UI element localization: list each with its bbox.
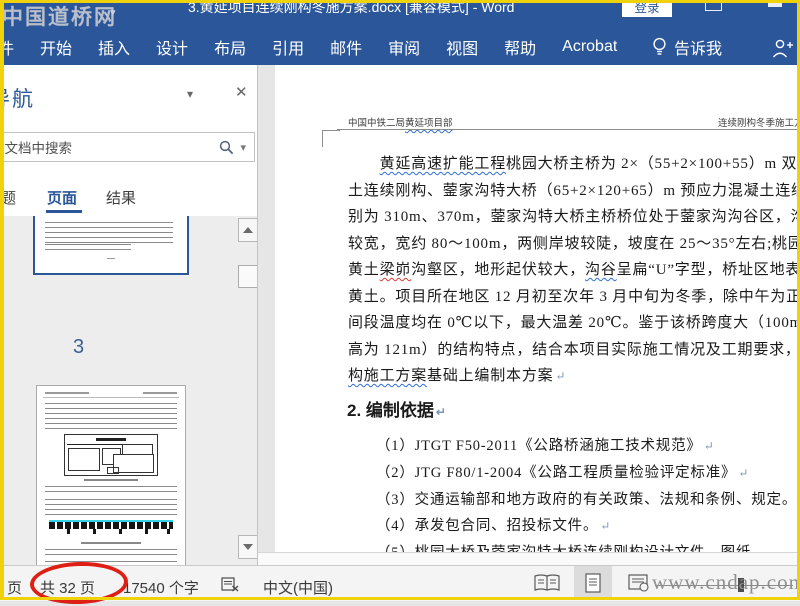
- language-indicator[interactable]: 中文(中国): [263, 577, 333, 598]
- document-text-line: （4）承发包合同、招投标文件。 ↵: [376, 518, 612, 535]
- page-header-left: 中国中铁二局黄延项目部: [348, 119, 453, 129]
- thumbnail-header-line: [143, 392, 177, 394]
- page-4-thumbnail[interactable]: [36, 385, 186, 565]
- paragraph-mark: ↵: [600, 519, 612, 534]
- document-text-line: 土连续刚构、蓥家沟特大桥（65+2×120+65）m 预应力混凝土连续刚构，全桥: [348, 182, 800, 199]
- document-text-line: 较宽，宽约 80～100m，两侧岸坡较陡，坡度在 25～35°左右;桃园大桥主桥…: [348, 235, 800, 252]
- ribbon-tab[interactable]: 视图: [433, 35, 491, 59]
- paragraph-mark: ↵: [738, 465, 750, 480]
- tell-me-control[interactable]: 告诉我: [642, 35, 732, 59]
- word-window: { "window": { "title": "3.黄延项目连续刚构冬施方案.d…: [0, 0, 800, 606]
- document-text-line: 黄土梁峁沟壑区，地形起伏较大，沟谷呈扁“U”字型，桥址区地表分布主要: [348, 262, 800, 278]
- ribbon-tab[interactable]: 开始: [27, 35, 85, 59]
- site-watermark-bottom: www.cndap.com: [652, 570, 800, 594]
- nav-tab-results[interactable]: 结果: [106, 187, 136, 208]
- thumbnails-scrollbar[interactable]: [238, 216, 257, 565]
- ribbon-tab[interactable]: 审阅: [375, 35, 433, 59]
- thumbnail-caption: [81, 542, 141, 544]
- horizontal-scrollbar[interactable]: [258, 552, 800, 566]
- thumbnail-text-lines: [45, 244, 131, 250]
- share-person-icon[interactable]: [771, 38, 795, 58]
- thumbnail-caption: [84, 479, 138, 481]
- thumbnail-header-line: [45, 392, 89, 394]
- thumbnail-text-lines: [45, 486, 177, 495]
- minimize-button[interactable]: [768, 2, 782, 7]
- thumbnail-text-lines: [45, 403, 177, 431]
- document-text-line: 别为 310m、370m，蓥家沟特大桥主桥桥位处于蓥家沟沟谷区，沟谷开阔，地: [348, 209, 800, 225]
- tell-me-label: 告诉我: [674, 41, 723, 58]
- page-3-thumbnail-selected[interactable]: [33, 216, 189, 275]
- page-indicator-fragment[interactable]: 页: [7, 577, 22, 598]
- thumbnail-bridge-elevation-diagram: [49, 520, 173, 534]
- search-placeholder: 在文档中搜索: [3, 141, 72, 156]
- page-3-number-label: 3: [73, 336, 85, 358]
- thumbnail-text-lines: [45, 222, 173, 243]
- header-rule: [337, 129, 800, 130]
- thumbnail-text-lines: [45, 499, 177, 516]
- read-mode-view-icon[interactable]: [534, 574, 560, 592]
- scrollbar-thumb[interactable]: [238, 265, 257, 288]
- window-title: 3.黄延项目连续刚构冬施方案.docx [兼容模式] - Word: [188, 0, 515, 15]
- ribbon-tab[interactable]: 邮件: [317, 35, 375, 59]
- proofing-errors-icon[interactable]: [221, 577, 240, 592]
- section-heading: 2. 编制依据 ↵: [347, 401, 446, 420]
- thumbnail-text-lines: [45, 549, 177, 557]
- document-text-line: 高为 121m）的结构特点，结合本项目实际施工情况及工期要求，在已批复刚: [348, 341, 800, 358]
- ribbon-tab-row: 文件开始插入设计布局引用邮件审阅视图帮助Acrobat: [0, 28, 630, 65]
- web-layout-view-icon[interactable]: [628, 574, 650, 592]
- paragraph-mark: ↵: [703, 439, 715, 453]
- document-text-line: （5）桃园大桥及蓥家沟特大桥连续刚构设计文件、图纸。: [376, 540, 800, 552]
- page-header-right: 连续刚构冬季施工方: [718, 119, 800, 129]
- page-thumbnails-panel: 3 4: [3, 216, 257, 565]
- ribbon-tab[interactable]: 设计: [143, 35, 201, 59]
- ribbon-tab[interactable]: 文件: [0, 35, 27, 59]
- ribbon-tab[interactable]: 引用: [259, 35, 317, 59]
- nav-tab-pages[interactable]: 页面: [47, 187, 77, 208]
- document-editing-area: 中国中铁二局黄延项目部 连续刚构冬季施工方 黄延高速扩能工程桃园大桥主桥为 2×…: [258, 65, 800, 552]
- navigation-pane-title: 导航: [3, 88, 35, 111]
- paragraph-mark: ↵: [435, 405, 446, 419]
- navigation-pane-menu-arrow-icon[interactable]: ▾: [187, 87, 193, 101]
- site-watermark-top: 中国道桥网: [2, 5, 117, 29]
- ribbon-tab[interactable]: 插入: [85, 35, 143, 59]
- print-layout-view-button-active[interactable]: [574, 566, 612, 600]
- title-and-ribbon-bar: ▾ 3.黄延项目连续刚构冬施方案.docx [兼容模式] - Word 登录 文…: [0, 0, 800, 65]
- search-options-arrow-icon[interactable]: ▾: [240, 141, 246, 154]
- document-text-line: （1）JTGT F50-2011《公路桥涵施工技术规范》 ↵: [376, 438, 715, 454]
- ribbon-tab[interactable]: 布局: [201, 35, 259, 59]
- document-text-line: （2）JTG F80/1-2004《公路工程质量检验评定标准》 ↵: [376, 464, 750, 481]
- search-icon[interactable]: [219, 140, 234, 155]
- scrollbar-down-arrow[interactable]: [238, 535, 257, 559]
- clipped-text-fragment: [0, 579, 3, 592]
- paragraph-mark: ↵: [555, 369, 567, 383]
- navigation-pane-close-icon[interactable]: ✕: [235, 83, 248, 101]
- thumbnail-dash: [107, 258, 115, 259]
- document-text-line: 间段温度均在 0℃以下，最大温差 20℃。鉴于该桥跨度大（100m、120）、墩…: [348, 315, 800, 331]
- active-tab-underline: [46, 210, 82, 213]
- scrollbar-up-arrow[interactable]: [238, 218, 257, 242]
- thumbnail-plan-diagram: [64, 434, 158, 476]
- ribbon-display-options-icon[interactable]: [705, 0, 722, 11]
- navigation-pane: 导航 ▾ ✕ 在文档中搜索 ▾ 标题 页面 结果 3: [3, 65, 258, 565]
- document-text-line: 黄土。项目所在地区 12 月初至次年 3 月中旬为冬季，除中午为正温外，其余: [348, 288, 800, 305]
- document-text-line: 构施工方案基础上编制本方案 ↵: [348, 368, 567, 384]
- reference-list: （1）JTGT F50-2011《公路桥涵施工技术规范》 ↵ （2）JTG F80/…: [376, 433, 800, 552]
- thumbnail-header-rule: [43, 397, 179, 398]
- document-page[interactable]: 中国中铁二局黄延项目部 连续刚构冬季施工方 黄延高速扩能工程桃园大桥主桥为 2×…: [275, 65, 800, 552]
- nav-tab-headings[interactable]: 标题: [3, 187, 16, 208]
- lightbulb-icon: [653, 37, 666, 55]
- print-layout-icon: [585, 573, 601, 593]
- document-text-line: 黄延高速扩能工程桃园大桥主桥为 2×（55+2×100+55）m 双幅预应力混: [379, 156, 800, 172]
- ribbon-tab[interactable]: Acrobat: [549, 38, 630, 56]
- word-count-indicator[interactable]: 17540 个字: [123, 577, 199, 598]
- document-text-line: （3）交通运输部和地方政府的有关政策、法规和条例、规定。↵: [376, 487, 800, 514]
- ribbon-tab[interactable]: 帮助: [491, 35, 549, 59]
- navigation-tabs: 标题 页面 结果: [3, 183, 257, 216]
- margin-corner-mark: [322, 130, 340, 147]
- sign-in-button[interactable]: 登录: [622, 0, 672, 17]
- document-body-paragraph: 黄延高速扩能工程桃园大桥主桥为 2×（55+2×100+55）m 双幅预应力混土…: [348, 151, 800, 390]
- document-search-input[interactable]: 在文档中搜索 ▾: [3, 132, 255, 162]
